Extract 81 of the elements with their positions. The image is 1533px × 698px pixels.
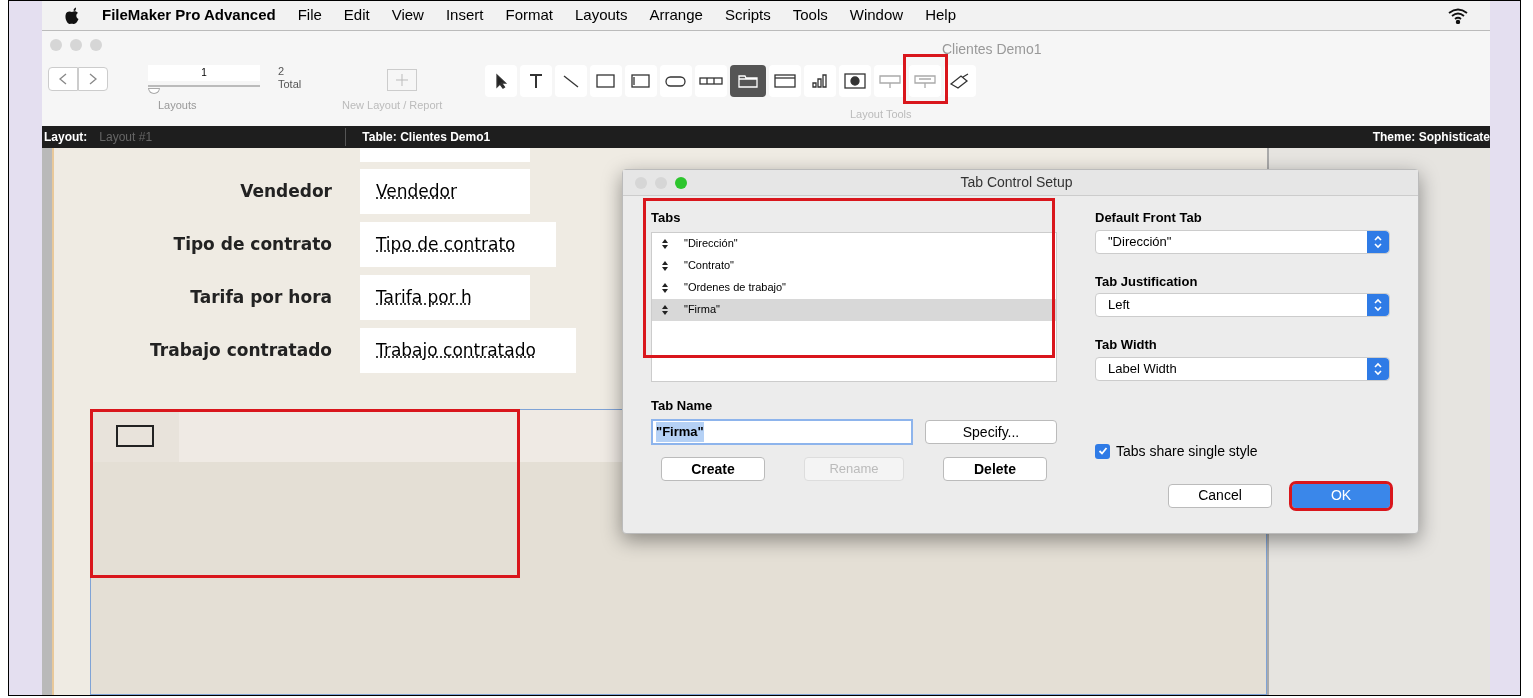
select-label: Default Front Tab bbox=[1095, 209, 1203, 227]
theme-label: Theme: Sophisticate bbox=[1372, 129, 1490, 146]
popup-arrows-icon bbox=[1367, 294, 1389, 316]
layouts-label: Layouts bbox=[158, 98, 197, 113]
popup-arrows-icon bbox=[1367, 230, 1389, 253]
globe-icon bbox=[842, 72, 868, 90]
app-name[interactable]: FileMaker Pro Advanced bbox=[102, 4, 276, 27]
checkmark-icon bbox=[1097, 446, 1108, 456]
input-field[interactable]: Tipo de contrato bbox=[360, 222, 556, 267]
table-label: Table: Clientes Demo1 bbox=[362, 129, 491, 146]
reorder-handle-icon[interactable] bbox=[662, 260, 668, 271]
tab-name-field[interactable]: "Firma" bbox=[651, 419, 913, 445]
layout-tool-button[interactable] bbox=[485, 65, 517, 97]
menu-item[interactable]: View bbox=[391, 4, 424, 27]
checkbox-label: Tabs share single style bbox=[1116, 441, 1258, 461]
tab-list-item[interactable]: "Firma" bbox=[652, 298, 1056, 321]
tab-list-item[interactable]: "Contrato" bbox=[652, 254, 1056, 277]
field-label: Tipo de contrato bbox=[172, 232, 332, 256]
new-layout-label: New Layout / Report bbox=[342, 98, 443, 113]
menu-item[interactable]: File bbox=[297, 4, 322, 27]
select-value: Left bbox=[1108, 296, 1131, 315]
window-icon bbox=[772, 72, 798, 90]
tabs-label: Tabs bbox=[651, 209, 682, 227]
menu-item[interactable]: Tools bbox=[792, 4, 828, 27]
checkbox[interactable] bbox=[1095, 443, 1110, 459]
field-label: Trabajo contratado bbox=[149, 338, 332, 362]
empty-tab-icon bbox=[116, 425, 154, 447]
menu-item[interactable]: Scripts bbox=[724, 4, 771, 27]
apple-logo-icon bbox=[64, 6, 80, 25]
tab[interactable] bbox=[91, 410, 179, 462]
menu-item[interactable]: Insert bbox=[445, 4, 484, 27]
layout-tool-button[interactable] bbox=[520, 65, 552, 97]
popover-button-icon bbox=[912, 72, 938, 90]
chevron-right-icon bbox=[89, 73, 97, 85]
layout-tool-button[interactable] bbox=[944, 65, 976, 97]
total-count: 2 Total bbox=[278, 65, 302, 91]
chevron-left-icon bbox=[59, 73, 67, 85]
popup-arrows-icon bbox=[1367, 357, 1389, 380]
previous-button[interactable] bbox=[48, 67, 78, 91]
popover-icon bbox=[877, 72, 903, 90]
select-label: Tab Justification bbox=[1095, 272, 1199, 291]
next-button[interactable] bbox=[78, 67, 108, 91]
input-field[interactable]: Tarifa por h bbox=[360, 275, 530, 320]
layout-tools-label: Layout Tools bbox=[850, 107, 912, 122]
dialog-button[interactable]: Create bbox=[661, 457, 765, 481]
layout-tool-button[interactable] bbox=[839, 65, 871, 97]
menu-item[interactable]: Help bbox=[925, 4, 956, 27]
dialog-button[interactable]: Delete bbox=[943, 457, 1047, 481]
reorder-handle-icon[interactable] bbox=[662, 304, 668, 315]
record-field[interactable]: 1 bbox=[148, 65, 260, 81]
menu-item[interactable]: Arrange bbox=[649, 4, 703, 27]
slider-thumb[interactable] bbox=[148, 88, 160, 94]
select-menu[interactable]: Left bbox=[1095, 293, 1390, 317]
select-value: Label Width bbox=[1108, 359, 1178, 378]
menu-item[interactable]: Window bbox=[849, 4, 904, 27]
window-title: Clientes Demo1 bbox=[942, 40, 1042, 59]
input-field[interactable]: Trabajo contratado bbox=[360, 328, 576, 373]
ok-button[interactable]: OK bbox=[1292, 483, 1390, 508]
specify-button[interactable]: Specify... bbox=[925, 420, 1057, 444]
tab-name-label: Tab Name bbox=[651, 396, 714, 415]
menu-item[interactable]: Edit bbox=[343, 4, 370, 27]
field-label: Vendedor bbox=[239, 179, 332, 203]
select-label: Tab Width bbox=[1095, 336, 1158, 354]
layout-tool-button[interactable] bbox=[660, 65, 692, 97]
select-menu[interactable]: "Dirección" bbox=[1095, 229, 1390, 254]
dialog-title: Tab Control Setup bbox=[959, 173, 1074, 192]
input-field[interactable]: Vendedor bbox=[360, 169, 530, 214]
folder-tab-icon bbox=[735, 72, 761, 90]
tab-list-item[interactable]: "Dirección" bbox=[652, 232, 1056, 255]
highlight-frame bbox=[903, 54, 948, 104]
reorder-handle-icon[interactable] bbox=[662, 282, 668, 293]
cancel-button[interactable]: Cancel bbox=[1168, 483, 1272, 508]
select-menu[interactable]: Label Width bbox=[1095, 356, 1390, 381]
field-label: Tarifa por hora bbox=[189, 285, 332, 309]
tab-list-item[interactable]: "Ordenes de trabajo" bbox=[652, 276, 1056, 299]
menu-item[interactable]: Format bbox=[505, 4, 553, 27]
menu-item[interactable]: Layouts bbox=[575, 4, 628, 27]
select-value: "Dirección" bbox=[1108, 232, 1173, 251]
reorder-handle-icon[interactable] bbox=[662, 238, 668, 249]
wifi-icon bbox=[1448, 7, 1468, 24]
layout-tool-button[interactable] bbox=[730, 65, 766, 97]
